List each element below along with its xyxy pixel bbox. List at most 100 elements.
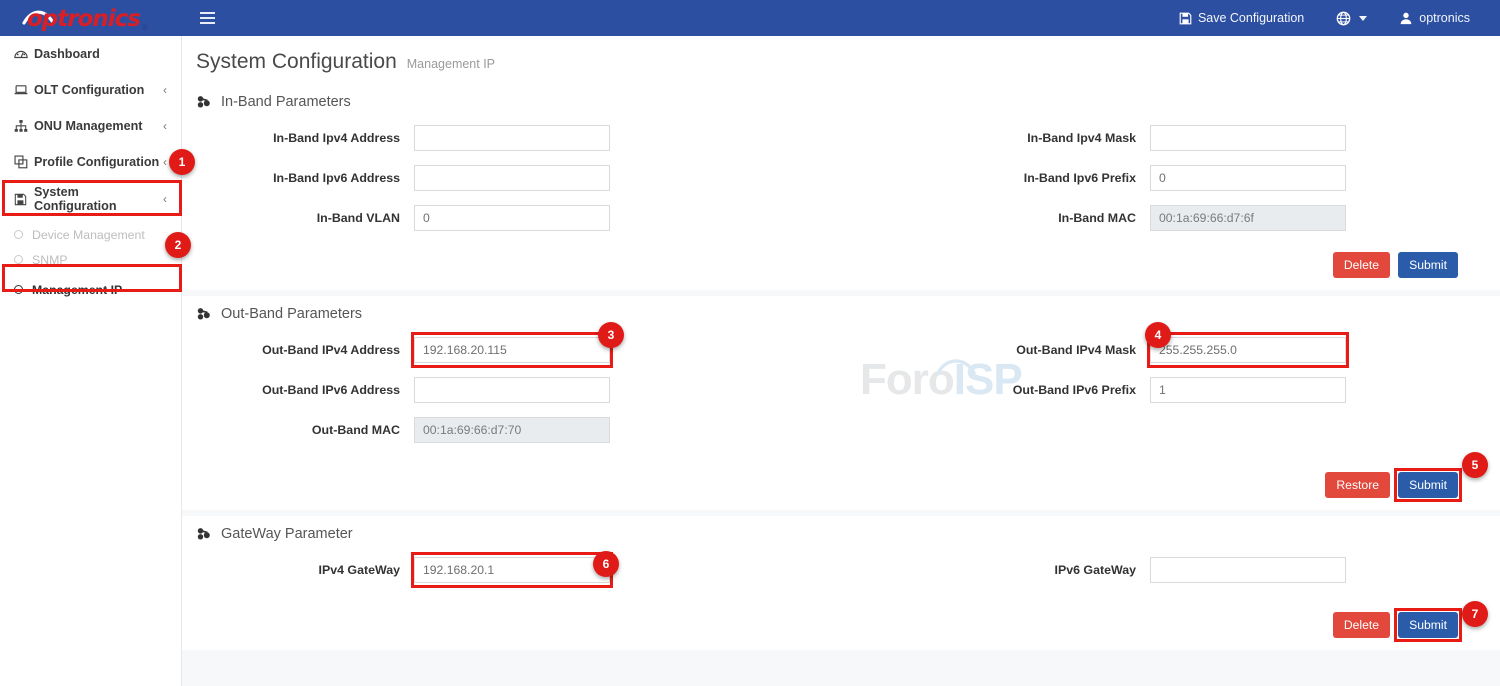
gateway-ipv4-label: IPv4 GateWay — [182, 563, 414, 577]
outband-submit-button[interactable]: Submit — [1398, 472, 1458, 498]
inband-vlan-input[interactable] — [414, 205, 610, 231]
sitemap-icon — [14, 119, 34, 133]
main-content: System Configuration Management IP In-Ba… — [182, 36, 1500, 686]
brand-registered-mark: ® — [141, 23, 148, 32]
cubes-icon — [196, 527, 212, 541]
outband-mac-input — [414, 417, 610, 443]
gateway-row-1: IPv4 GateWay IPv6 GateWay — [182, 550, 1500, 590]
inband-submit-wrap: Submit — [1398, 252, 1458, 278]
topbar-right-group: Save Configuration optronics — [1163, 0, 1500, 36]
annotation-badge-5: 5 — [1462, 452, 1488, 478]
inband-delete-wrap: Delete — [1333, 252, 1390, 278]
outband-ipv4-mask-highlight — [1150, 337, 1346, 363]
inband-delete-button[interactable]: Delete — [1333, 252, 1390, 278]
inband-ipv4-mask-input[interactable] — [1150, 125, 1346, 151]
clone-icon — [14, 155, 34, 169]
sidebar-item-onu-management[interactable]: ONU Management ‹ — [0, 108, 181, 144]
inband-ipv4-mask-group: In-Band Ipv4 Mask — [802, 125, 1422, 151]
gateway-submit-button[interactable]: Submit — [1398, 612, 1458, 638]
sidebar-item-profile-configuration[interactable]: Profile Configuration ‹ — [0, 144, 181, 180]
gateway-ipv4-group: IPv4 GateWay — [182, 557, 802, 583]
outband-section-header: Out-Band Parameters — [182, 296, 1500, 330]
gateway-section-header: GateWay Parameter — [182, 516, 1500, 550]
sidebar-chevron: ‹ — [163, 155, 167, 169]
sidebar-item-system-configuration[interactable]: System Configuration ‹ — [0, 180, 181, 218]
inband-mac-group: In-Band MAC — [802, 205, 1422, 231]
outband-ipv6-prefix-input[interactable] — [1150, 377, 1346, 403]
language-selector[interactable] — [1320, 0, 1383, 36]
inband-ipv6-prefix-label: In-Band Ipv6 Prefix — [802, 171, 1150, 185]
outband-ipv4-address-label: Out-Band IPv4 Address — [182, 343, 414, 357]
user-menu[interactable]: optronics — [1383, 0, 1486, 36]
outband-ipv6-address-group: Out-Band IPv6 Address — [182, 377, 802, 403]
outband-section-title: Out-Band Parameters — [221, 306, 362, 322]
circle-icon — [14, 255, 23, 264]
annotation-badge-4: 4 — [1145, 322, 1171, 348]
outband-ipv4-mask-input[interactable] — [1150, 337, 1346, 363]
sidebar-item-label: Profile Configuration — [34, 155, 163, 169]
circle-icon — [14, 230, 23, 239]
outband-ipv6-address-input[interactable] — [414, 377, 610, 403]
sidebar-subitem-label: Device Management — [32, 228, 145, 242]
gateway-ipv4-highlight — [414, 557, 610, 583]
save-configuration-label: Save Configuration — [1198, 11, 1304, 25]
inband-ipv6-address-input[interactable] — [414, 165, 610, 191]
sidebar-chevron: ‹ — [163, 83, 167, 97]
sidebar: Dashboard OLT Configuration ‹ — [0, 36, 182, 686]
circle-icon — [14, 285, 23, 294]
outband-mac-label: Out-Band MAC — [182, 423, 414, 437]
sidebar-item-label: OLT Configuration — [34, 83, 163, 97]
gateway-ipv6-label: IPv6 GateWay — [802, 563, 1150, 577]
sidebar-item-device-management[interactable]: Device Management — [0, 222, 181, 247]
hamburger-icon[interactable] — [194, 5, 220, 31]
outband-ipv4-address-input[interactable] — [414, 337, 610, 363]
inband-mac-input — [1150, 205, 1346, 231]
sidebar-item-snmp[interactable]: SNMP — [0, 247, 181, 272]
annotation-badge-6: 6 — [593, 551, 619, 577]
outband-ipv6-address-label: Out-Band IPv6 Address — [182, 383, 414, 397]
gateway-ipv4-input[interactable] — [414, 557, 610, 583]
sidebar-subitem-label: SNMP — [32, 253, 68, 267]
inband-vlan-label: In-Band VLAN — [182, 211, 414, 225]
inband-parameters-card: In-Band Parameters In-Band Ipv4 Address … — [182, 84, 1500, 290]
annotation-badge-1: 1 — [169, 149, 195, 175]
save-icon — [1179, 12, 1192, 25]
outband-row-1: Out-Band IPv4 Address Out-Band IPv4 Mask — [182, 330, 1500, 370]
inband-ipv6-prefix-input[interactable] — [1150, 165, 1346, 191]
outband-ipv6-prefix-group: Out-Band IPv6 Prefix — [802, 377, 1422, 403]
save-configuration-button[interactable]: Save Configuration — [1163, 0, 1320, 36]
sidebar-item-label: System Configuration — [34, 185, 163, 213]
gateway-delete-button[interactable]: Delete — [1333, 612, 1390, 638]
outband-mac-group: Out-Band MAC — [182, 417, 802, 443]
outband-ipv6-prefix-label: Out-Band IPv6 Prefix — [802, 383, 1150, 397]
sidebar-item-dashboard[interactable]: Dashboard — [0, 36, 181, 72]
gateway-ipv6-group: IPv6 GateWay — [802, 557, 1422, 583]
inband-row-2: In-Band Ipv6 Address In-Band Ipv6 Prefix — [182, 158, 1500, 198]
cubes-icon — [196, 95, 212, 109]
user-icon — [1399, 11, 1413, 25]
save-icon — [14, 193, 34, 206]
annotation-badge-3: 3 — [598, 322, 624, 348]
page-title: System Configuration — [196, 50, 397, 74]
sidebar-item-olt-configuration[interactable]: OLT Configuration ‹ — [0, 72, 181, 108]
outband-row-3: Out-Band MAC — [182, 410, 1500, 450]
username-label: optronics — [1419, 11, 1470, 25]
outband-ipv4-address-highlight — [414, 337, 610, 363]
app-root: optronics® Save Configuration — [0, 0, 1500, 686]
sidebar-chevron: ‹ — [163, 119, 167, 133]
inband-ipv6-address-label: In-Band Ipv6 Address — [182, 171, 414, 185]
inband-submit-button[interactable]: Submit — [1398, 252, 1458, 278]
top-navbar: optronics® Save Configuration — [0, 0, 1500, 36]
brand-logo[interactable]: optronics® — [0, 0, 182, 36]
sidebar-item-management-ip[interactable]: Management IP — [0, 277, 181, 302]
inband-ipv4-address-input[interactable] — [414, 125, 610, 151]
gateway-delete-wrap: Delete — [1333, 612, 1390, 638]
gateway-ipv6-input[interactable] — [1150, 557, 1346, 583]
globe-icon — [1336, 11, 1351, 26]
sidebar-item-label: Dashboard — [34, 47, 167, 61]
sidebar-subitem-label: Management IP — [32, 283, 122, 297]
inband-ipv6-prefix-group: In-Band Ipv6 Prefix — [802, 165, 1422, 191]
gateway-submit-wrap: Submit — [1398, 612, 1458, 638]
sidebar-chevron: ‹ — [163, 192, 167, 206]
outband-restore-button[interactable]: Restore — [1325, 472, 1390, 498]
